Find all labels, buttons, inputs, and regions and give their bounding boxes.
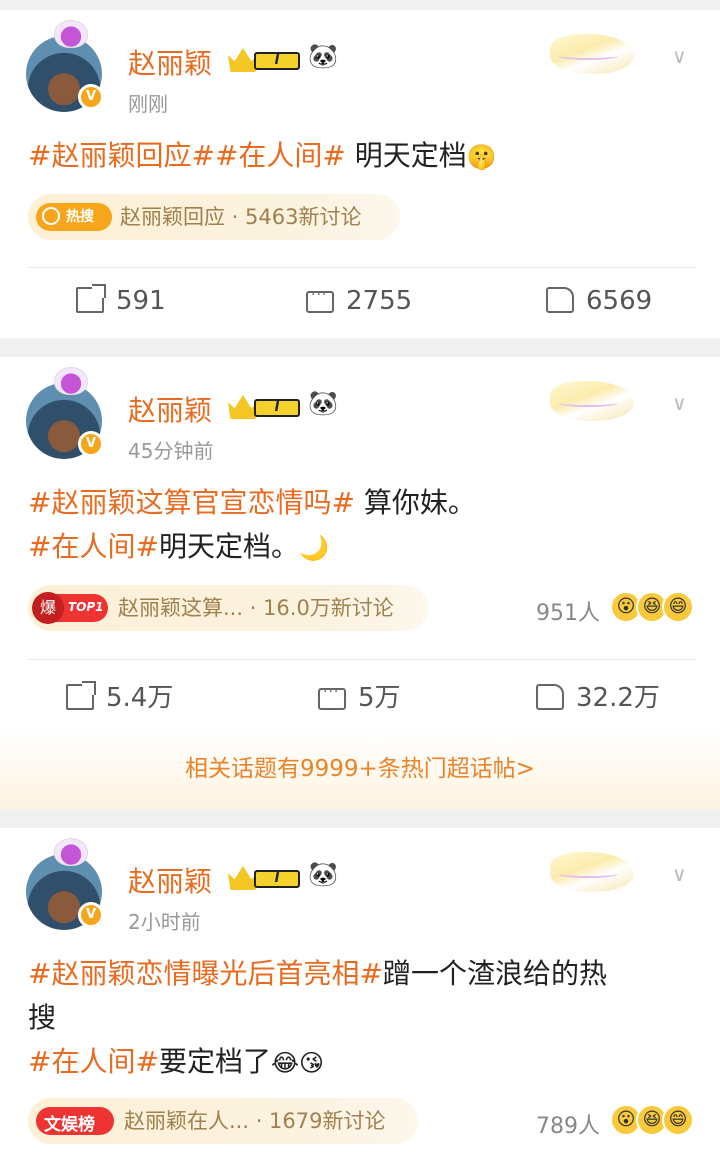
hot-search-pill[interactable]: 爆 TOP1 赵丽颖这算... · 16.0万新讨论 [28, 585, 428, 631]
chevron-down-icon[interactable]: ∨ [672, 44, 698, 68]
topic-link[interactable]: #赵丽颖回应# [28, 139, 215, 172]
repost-button[interactable]: 591 [76, 286, 166, 326]
post-card-3[interactable]: V 赵丽颖 I 🐼 2小时前 ∨ #赵丽颖恋情曝光后首亮相#蹭一个渣浪给的热 搜… [0, 828, 720, 1161]
post-text-line-1: #赵丽颖这算官宣恋情吗# 算你妹。 [28, 486, 476, 519]
topic-link[interactable]: #在人间# [215, 139, 346, 172]
entertainment-rank-tag: 文娱榜 [36, 1107, 114, 1135]
post-time: 45分钟前 [128, 439, 214, 463]
post-text-line-1: #赵丽颖恋情曝光后首亮相#蹭一个渣浪给的热 [28, 957, 607, 990]
comment-icon [318, 684, 346, 710]
panda-icon: 🐼 [308, 389, 338, 417]
like-button[interactable]: 32.2万 [536, 677, 660, 717]
divider [28, 659, 696, 660]
verified-badge-icon: V [78, 902, 104, 928]
search-icon [42, 207, 60, 225]
verified-badge-icon: V [78, 84, 104, 110]
chevron-down-icon[interactable]: ∨ [672, 862, 698, 886]
divider [28, 267, 696, 268]
post-text-line-2: #在人间#明天定档。🌙 [28, 527, 329, 568]
comment-button[interactable]: 2755 [306, 286, 412, 326]
panda-icon: 🐼 [308, 860, 338, 888]
post-card-1[interactable]: V 赵丽颖 I 🐼 刚刚 ∨ #赵丽颖回应##在人间# 明天定档🤫 热搜 赵丽颖… [0, 10, 720, 338]
like-button[interactable]: 6569 [546, 286, 652, 326]
avatar-pendant-icon [54, 367, 88, 395]
hot-search-pill[interactable]: 热搜 赵丽颖回应 · 5463新讨论 [28, 194, 400, 240]
topic-link[interactable]: #赵丽颖这算官宣恋情吗# [28, 486, 355, 519]
post-text-line-3: #在人间#要定档了😂😘 [28, 1042, 324, 1083]
crown-level-icon[interactable]: I [228, 391, 302, 419]
card-decoration [550, 381, 634, 421]
grin-emoji-icon: 😄 [662, 591, 694, 623]
reaction-emojis[interactable]: 😮 😆 😄 [610, 1104, 696, 1136]
like-icon [536, 684, 564, 710]
emoji-icon: 🌙 [298, 534, 329, 562]
emoji-icon: 😂😘 [270, 1049, 325, 1077]
reaction-emojis[interactable]: 😮 😆 😄 [610, 591, 696, 623]
reaction-count: 789人 [536, 1114, 600, 1139]
hot-search-text: 赵丽颖这算... · 16.0万新讨论 [118, 596, 394, 620]
comment-button[interactable]: 5万 [318, 677, 401, 717]
username[interactable]: 赵丽颖 [128, 42, 212, 82]
repost-icon [66, 684, 94, 710]
topic-link[interactable]: #在人间# [28, 530, 159, 563]
comment-icon [306, 287, 334, 313]
avatar-pendant-icon [54, 20, 88, 48]
top-rank-tag: 爆 TOP1 [32, 592, 108, 624]
username[interactable]: 赵丽颖 [128, 860, 212, 900]
username[interactable]: 赵丽颖 [128, 389, 212, 429]
related-topics-link[interactable]: 相关话题有9999+条热门超话帖> [0, 729, 720, 809]
post-card-2[interactable]: V 赵丽颖 I 🐼 45分钟前 ∨ #赵丽颖这算官宣恋情吗# 算你妹。 #在人间… [0, 357, 720, 729]
avatar[interactable]: V [26, 838, 106, 930]
avatar[interactable]: V [26, 367, 106, 459]
hot-search-tag: 热搜 [36, 203, 112, 231]
crown-level-icon[interactable]: I [228, 862, 302, 890]
topic-link[interactable]: #赵丽颖恋情曝光后首亮相# [28, 957, 383, 990]
post-text-line-2: 搜 [28, 1001, 57, 1034]
like-icon [546, 287, 574, 313]
topic-link[interactable]: #在人间# [28, 1045, 159, 1078]
chevron-down-icon[interactable]: ∨ [672, 391, 698, 415]
hot-search-pill[interactable]: 文娱榜 赵丽颖在人... · 1679新讨论 [28, 1098, 418, 1144]
repost-icon [76, 287, 104, 313]
avatar-pendant-icon [54, 838, 88, 866]
post-time: 2小时前 [128, 910, 201, 934]
hot-search-text: 赵丽颖在人... · 1679新讨论 [124, 1109, 386, 1133]
post-text: #赵丽颖回应##在人间# 明天定档🤫 [28, 136, 497, 177]
card-decoration [550, 852, 634, 892]
emoji-icon: 🤫 [466, 143, 497, 171]
avatar[interactable]: V [26, 20, 106, 112]
panda-icon: 🐼 [308, 42, 338, 70]
post-time: 刚刚 [128, 92, 168, 116]
reaction-count: 951人 [536, 601, 600, 626]
crown-level-icon[interactable]: I [228, 44, 302, 72]
repost-button[interactable]: 5.4万 [66, 677, 173, 717]
hot-search-text: 赵丽颖回应 · 5463新讨论 [120, 205, 362, 229]
grin-emoji-icon: 😄 [662, 1104, 694, 1136]
verified-badge-icon: V [78, 431, 104, 457]
card-decoration [550, 34, 634, 74]
